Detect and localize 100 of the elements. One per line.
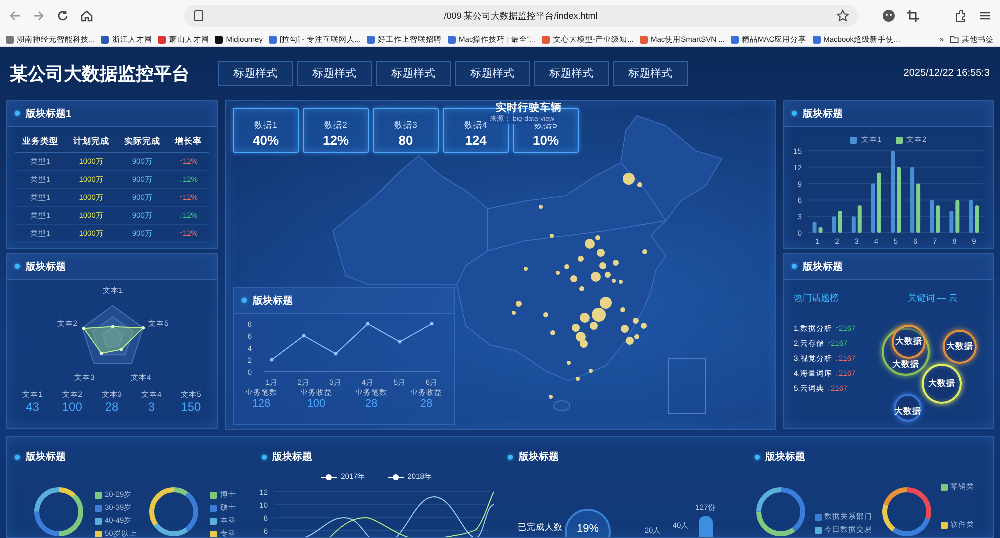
bar (936, 206, 940, 233)
header-tab[interactable]: 标题样式 (613, 61, 688, 86)
progress-ring (565, 509, 611, 537)
bar (871, 184, 876, 233)
stat-value: 100 (307, 398, 326, 410)
bookmark-icon (640, 36, 648, 44)
crop-icon[interactable] (906, 9, 920, 23)
bar (916, 184, 921, 233)
cloud-title: 关键词 — 云 (908, 292, 958, 305)
stat-value: 10% (532, 133, 560, 148)
bar (812, 222, 817, 233)
bookmark-icon (101, 36, 110, 44)
bar (956, 200, 960, 233)
data-point (270, 358, 274, 362)
extensions-icon[interactable] (954, 9, 968, 23)
legend-swatch (850, 136, 858, 144)
bar (969, 200, 974, 233)
bookmark-icon (6, 36, 14, 44)
dashboard-title: 某公司大数据监控平台 (10, 62, 191, 86)
keyword-bubble: 大数据 (894, 394, 922, 422)
panel-title: 版块标题 (766, 450, 806, 464)
data-point (398, 340, 402, 344)
stat-value: 28 (365, 398, 378, 410)
stat-label: 数据2 (324, 120, 348, 132)
bookmark-icon (542, 36, 550, 44)
stat-value: 150 (181, 400, 202, 414)
date-time: 2025/12/22 16:55:3 (904, 68, 990, 79)
stat-value: 43 (26, 400, 40, 414)
home-icon[interactable] (80, 9, 94, 23)
back-icon[interactable] (8, 9, 22, 23)
bar (950, 211, 954, 233)
keyword-bubble: 大数据 (943, 330, 977, 364)
panel-title: 版块标题 (803, 108, 843, 120)
stat-value: 3 (148, 400, 155, 414)
bookmark-icon (268, 36, 277, 44)
bookmark-icon (448, 36, 456, 44)
forward-icon[interactable] (32, 9, 46, 23)
bar (897, 167, 901, 233)
header-tab[interactable]: 标题样式 (376, 61, 451, 86)
bar (818, 228, 823, 233)
stat-value: 80 (398, 133, 414, 148)
list-title: 热门话题榜 (794, 292, 839, 305)
stat-value: 100 (62, 400, 82, 414)
bar (858, 206, 862, 233)
bookmark-icon (215, 36, 224, 44)
stat-value: 28 (105, 400, 119, 414)
donut-chart-drawing (882, 488, 931, 536)
stat-value: 128 (252, 398, 271, 410)
panel-title: 版块标题 (26, 450, 66, 464)
map-title: 实时行驶车辆 (496, 101, 562, 115)
bullet-icon (508, 454, 513, 460)
profile-icon[interactable] (882, 9, 896, 23)
bookmark-icon (730, 36, 739, 44)
address-bar[interactable]: /009 某公司大数据监控平台/index.html (184, 5, 858, 27)
stat-label: 数据3 (394, 120, 418, 132)
page-info-icon (192, 9, 206, 23)
stat-label: 数据1 (254, 120, 278, 132)
donut-chart-drawing (150, 488, 199, 536)
folder-icon (950, 35, 959, 44)
bookmark-icon (158, 36, 166, 44)
reload-icon[interactable] (56, 9, 70, 23)
column-header: 实际完成 (124, 136, 162, 148)
stat-value: 40% (252, 133, 280, 148)
radar-chart-drawing (82, 305, 146, 364)
bookmark-icon (812, 36, 821, 44)
bar (877, 172, 882, 233)
panel-title: 版块标题 (519, 450, 559, 464)
bullet-icon (15, 264, 20, 269)
bar (699, 516, 713, 537)
header-tab[interactable]: 标题样式 (534, 61, 609, 86)
stat-value: 12% (322, 133, 350, 148)
bullet-icon (242, 298, 247, 303)
bar (910, 167, 915, 233)
bullet-icon (754, 454, 760, 460)
header-tab[interactable]: 标题样式 (297, 61, 372, 86)
island-shape (554, 400, 570, 412)
bullet-icon (792, 264, 797, 269)
column-header: 业务类型 (22, 136, 60, 148)
bullet-icon (792, 111, 797, 116)
bar (838, 211, 842, 233)
keyword-bubble: 大数据 (922, 364, 962, 404)
bullet-icon (262, 454, 266, 460)
stat-value: 124 (465, 133, 487, 148)
donut-chart-drawing (756, 488, 805, 536)
bar (832, 216, 836, 233)
panel-title: 版块标题 (253, 294, 293, 308)
stat-value: 28 (420, 398, 433, 410)
header-tab[interactable]: 标题样式 (218, 61, 293, 86)
column-header: 增长率 (174, 136, 204, 148)
panel-title: 版块标题 (803, 260, 843, 274)
legend-swatch (896, 136, 902, 144)
bar (930, 200, 934, 233)
header-tab[interactable]: 标题样式 (455, 61, 530, 86)
bar (975, 206, 980, 233)
stat-label: 数据4 (464, 120, 488, 132)
data-point (334, 352, 338, 356)
legend-marker-icon (321, 474, 338, 480)
keyword-bubble: 大数据 (892, 325, 926, 359)
star-icon[interactable] (836, 9, 850, 23)
bar (852, 216, 856, 233)
